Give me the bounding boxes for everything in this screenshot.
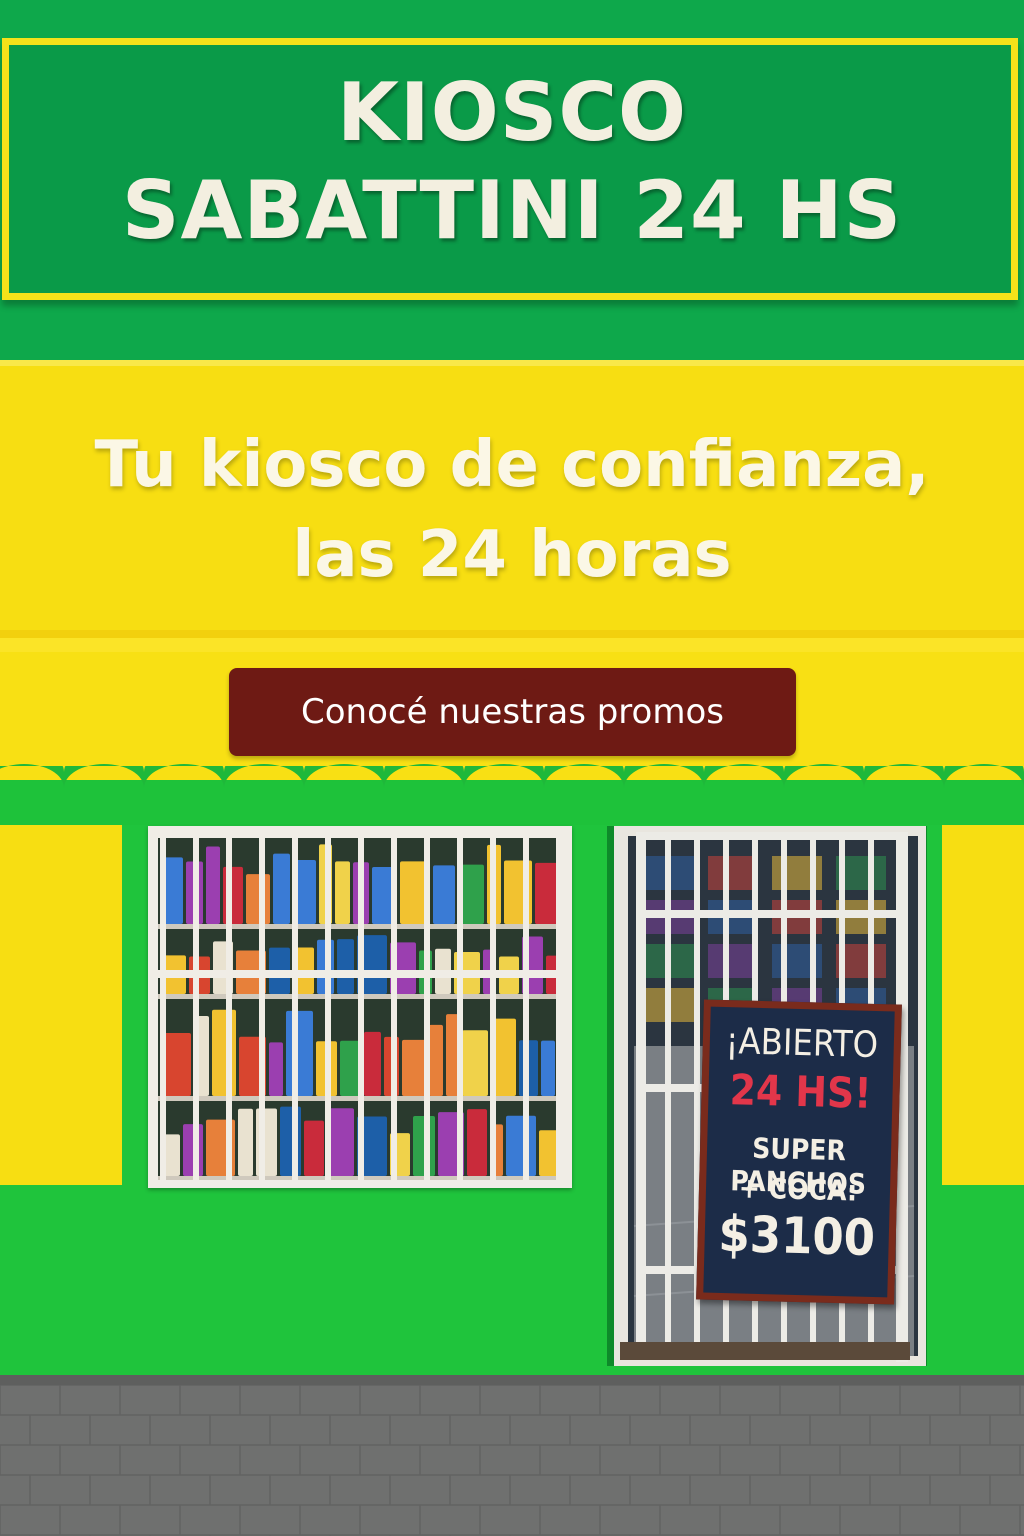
tagline-line2: las 24 horas — [292, 518, 732, 592]
promo-chalkboard: ¡ABIERTO 24 HS! SUPER PANCHOS + COCA: $3… — [696, 999, 902, 1305]
store-name-line1: KIOSCO — [336, 66, 688, 159]
right-pillar — [942, 825, 1024, 1185]
chalkboard-hours-text: 24 HS! — [729, 1065, 873, 1118]
door-mat — [620, 1342, 910, 1360]
promos-button[interactable]: Conocé nuestras promos — [229, 668, 796, 756]
store-name-line2: SABATTINI 24 HS — [121, 164, 903, 257]
tagline: Tu kiosco de confianza, las 24 horas — [0, 420, 1024, 600]
sidewalk-edge — [0, 1375, 1024, 1385]
chalkboard-offer-plus-text: + COCA: — [738, 1171, 858, 1208]
sidewalk-tiles — [0, 1385, 1024, 1536]
tagline-line1: Tu kiosco de confianza, — [94, 428, 930, 502]
chalkboard-open-text: ¡ABIERTO — [725, 1021, 879, 1067]
store-name: KIOSCO SABATTINI 24 HS — [0, 64, 1024, 260]
left-pillar — [0, 825, 122, 1185]
chalkboard-price: $3100 — [717, 1204, 876, 1268]
shop-window — [158, 834, 562, 1180]
